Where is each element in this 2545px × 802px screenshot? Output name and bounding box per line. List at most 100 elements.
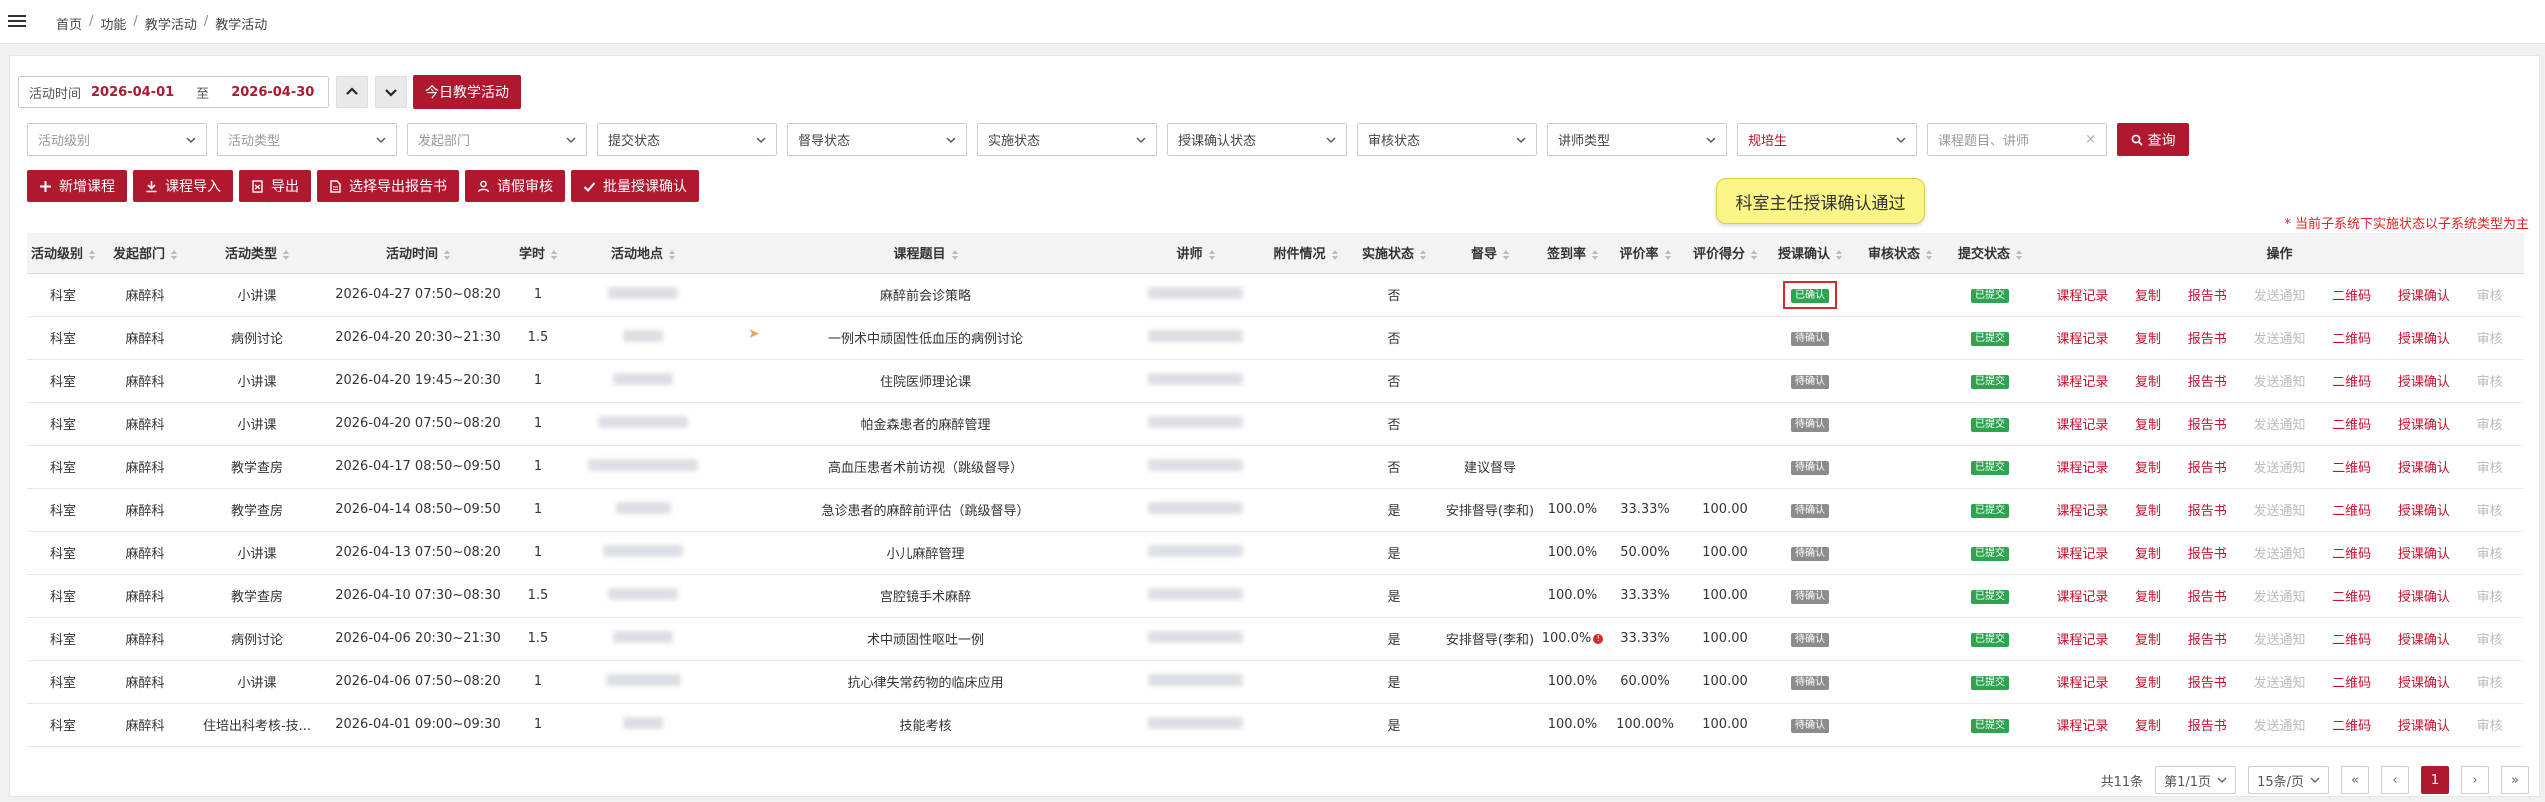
row-op-link[interactable]: 报告书 (2188, 414, 2227, 433)
row-op-link[interactable]: 二维码 (2332, 672, 2371, 691)
page-select[interactable]: 第1/1页 (2155, 766, 2237, 794)
row-op-link[interactable]: 报告书 (2188, 285, 2227, 304)
column-header[interactable]: 评价率 (1605, 233, 1685, 274)
filter-select-6[interactable]: 授课确认状态 (1167, 123, 1347, 156)
row-op-link[interactable]: 课程记录 (2056, 371, 2108, 390)
date-range-input[interactable]: 活动时间 2026-04-01 至 2026-04-30 (18, 76, 329, 108)
breadcrumb-function[interactable]: 功能 (100, 14, 126, 33)
action-button-0[interactable]: 新增课程 (27, 170, 127, 202)
sort-icon[interactable] (89, 249, 95, 260)
date-end[interactable]: 2026-04-30 (231, 85, 314, 100)
action-button-2[interactable]: 导出 (239, 170, 311, 202)
row-op-link[interactable]: 课程记录 (2056, 629, 2108, 648)
sort-icon[interactable] (1836, 249, 1842, 260)
row-op-link[interactable]: 二维码 (2332, 457, 2371, 476)
row-op-link[interactable]: 授课确认 (2398, 328, 2450, 347)
sort-icon[interactable] (551, 249, 557, 260)
page-size-select[interactable]: 15条/页 (2248, 766, 2329, 794)
info-icon[interactable]: ! (1593, 633, 1604, 644)
next-page-button[interactable]: › (2461, 766, 2489, 794)
row-op-link[interactable]: 复制 (2135, 500, 2161, 519)
last-page-button[interactable]: » (2501, 766, 2529, 794)
row-op-link[interactable]: 复制 (2135, 629, 2161, 648)
row-op-link[interactable]: 复制 (2135, 285, 2161, 304)
sort-icon[interactable] (951, 249, 958, 260)
menu-icon[interactable] (8, 12, 26, 30)
row-op-link[interactable]: 授课确认 (2398, 371, 2450, 390)
row-op-link[interactable]: 二维码 (2332, 543, 2371, 562)
sort-icon[interactable] (444, 249, 450, 260)
query-button[interactable]: 查询 (2117, 123, 2189, 156)
row-op-link[interactable]: 报告书 (2188, 543, 2227, 562)
column-header[interactable]: 活动地点 (563, 233, 723, 274)
row-op-link[interactable]: 授课确认 (2398, 414, 2450, 433)
row-op-link[interactable]: 课程记录 (2056, 586, 2108, 605)
row-op-link[interactable]: 二维码 (2332, 371, 2371, 390)
column-header[interactable]: 活动级别 (27, 233, 99, 274)
column-header[interactable]: 提交状态 (1945, 233, 2035, 274)
prev-month-button[interactable] (336, 76, 368, 108)
row-op-link[interactable]: 授课确认 (2398, 285, 2450, 304)
sort-icon[interactable] (1664, 249, 1671, 260)
row-op-link[interactable]: 课程记录 (2056, 543, 2108, 562)
row-op-link[interactable]: 授课确认 (2398, 500, 2450, 519)
sort-icon[interactable] (283, 249, 289, 260)
row-op-link[interactable]: 复制 (2135, 414, 2161, 433)
column-header[interactable]: 活动类型 (191, 233, 323, 274)
row-op-link[interactable]: 复制 (2135, 586, 2161, 605)
column-header[interactable]: 实施状态 (1348, 233, 1440, 274)
row-op-link[interactable]: 二维码 (2332, 586, 2371, 605)
row-op-link[interactable]: 二维码 (2332, 328, 2371, 347)
action-button-4[interactable]: 请假审核 (465, 170, 565, 202)
row-op-link[interactable]: 授课确认 (2398, 457, 2450, 476)
sort-icon[interactable] (1926, 249, 1932, 260)
date-start[interactable]: 2026-04-01 (91, 85, 174, 100)
column-header[interactable]: 审核状态 (1855, 233, 1945, 274)
row-op-link[interactable]: 课程记录 (2056, 715, 2108, 734)
row-op-link[interactable]: 授课确认 (2398, 629, 2450, 648)
column-header[interactable]: 课程题目 (723, 233, 1128, 274)
row-op-link[interactable]: 二维码 (2332, 414, 2371, 433)
row-op-link[interactable]: 报告书 (2188, 371, 2227, 390)
sort-icon[interactable] (1592, 249, 1598, 260)
filter-select-8[interactable]: 讲师类型 (1547, 123, 1727, 156)
row-op-link[interactable]: 复制 (2135, 715, 2161, 734)
filter-select-4[interactable]: 督导状态 (787, 123, 967, 156)
filter-select-5[interactable]: 实施状态 (977, 123, 1157, 156)
column-header[interactable]: 操作 (2035, 233, 2524, 274)
row-op-link[interactable]: 二维码 (2332, 629, 2371, 648)
row-op-link[interactable]: 报告书 (2188, 586, 2227, 605)
row-op-link[interactable]: 授课确认 (2398, 586, 2450, 605)
breadcrumb-activity[interactable]: 教学活动 (145, 14, 197, 33)
row-op-link[interactable]: 报告书 (2188, 328, 2227, 347)
row-op-link[interactable]: 课程记录 (2056, 500, 2108, 519)
action-button-5[interactable]: 批量授课确认 (571, 170, 699, 202)
row-op-link[interactable]: 课程记录 (2056, 457, 2108, 476)
row-op-link[interactable]: 复制 (2135, 672, 2161, 691)
column-header[interactable]: 授课确认 (1765, 233, 1855, 274)
filter-select-3[interactable]: 提交状态 (597, 123, 777, 156)
row-op-link[interactable]: 课程记录 (2056, 328, 2108, 347)
sort-icon[interactable] (1420, 249, 1426, 260)
row-op-link[interactable]: 授课确认 (2398, 543, 2450, 562)
sort-icon[interactable] (1208, 249, 1215, 260)
column-header[interactable]: 督导 (1440, 233, 1540, 274)
row-op-link[interactable]: 二维码 (2332, 715, 2371, 734)
today-activity-button[interactable]: 今日教学活动 (413, 75, 521, 109)
sort-icon[interactable] (1751, 249, 1757, 260)
row-op-link[interactable]: 授课确认 (2398, 672, 2450, 691)
row-op-link[interactable]: 报告书 (2188, 629, 2227, 648)
next-month-button[interactable] (375, 76, 407, 108)
filter-select-0[interactable]: 活动级别 (27, 123, 207, 156)
row-op-link[interactable]: 二维码 (2332, 285, 2371, 304)
row-op-link[interactable]: 复制 (2135, 543, 2161, 562)
row-op-link[interactable]: 报告书 (2188, 672, 2227, 691)
clear-icon[interactable]: × (2085, 132, 2096, 147)
column-header[interactable]: 签到率 (1540, 233, 1605, 274)
search-input[interactable]: 课程题目、讲师 × (1927, 123, 2107, 156)
row-op-link[interactable]: 二维码 (2332, 500, 2371, 519)
row-op-link[interactable]: 授课确认 (2398, 715, 2450, 734)
row-op-link[interactable]: 报告书 (2188, 457, 2227, 476)
sort-icon[interactable] (2016, 249, 2022, 260)
column-header[interactable]: 评价得分 (1685, 233, 1765, 274)
